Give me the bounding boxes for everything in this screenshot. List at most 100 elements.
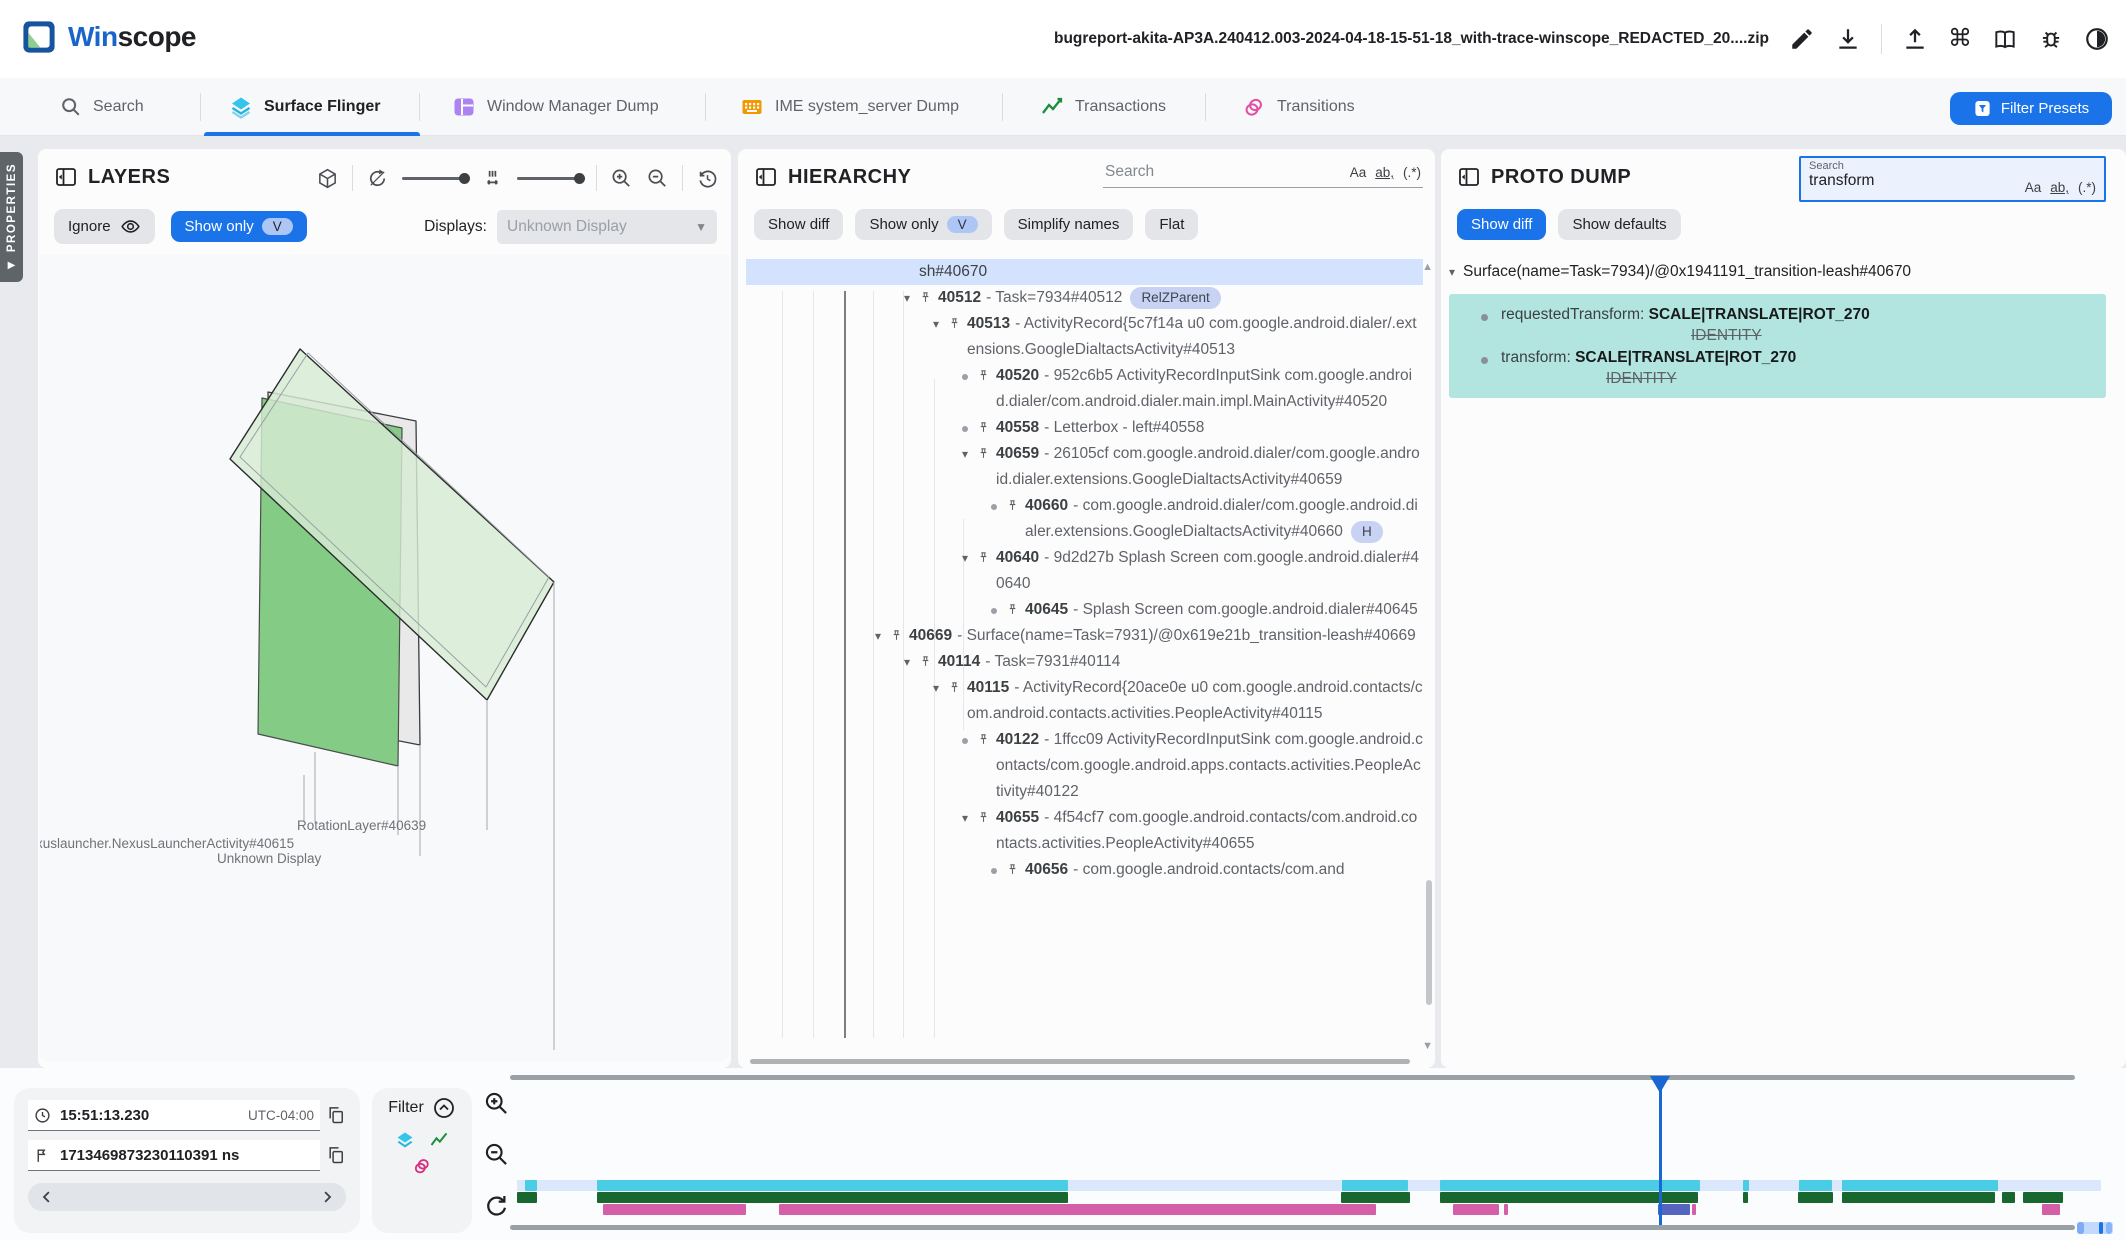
tab-window-manager-dump[interactable]: Window Manager Dump xyxy=(452,78,659,136)
timeline-zoom-in-icon[interactable] xyxy=(483,1090,510,1117)
reset-view-icon[interactable] xyxy=(696,167,719,190)
scroll-up-icon[interactable]: ▲ xyxy=(1422,261,1433,273)
regex-toggle[interactable]: (.*) xyxy=(1403,165,1421,180)
expand-arrow-icon[interactable]: ▾ xyxy=(925,311,947,337)
show-diff-chip[interactable]: Show diff xyxy=(1457,209,1546,240)
transitions-filter-icon[interactable] xyxy=(412,1156,432,1176)
pin-icon[interactable] xyxy=(976,415,996,435)
hierarchy-tree-row[interactable]: ▾40512- Task=7934#40512RelZParent xyxy=(746,285,1423,311)
transitions-track-entry[interactable] xyxy=(1453,1204,1499,1215)
edit-icon[interactable] xyxy=(1789,26,1815,52)
tab-ime-system-server-dump[interactable]: IME system_server Dump xyxy=(740,78,959,136)
minimap-range[interactable] xyxy=(2106,1222,2112,1234)
surface-flinger-track-entry[interactable] xyxy=(1842,1180,1998,1191)
zoom-out-icon[interactable] xyxy=(646,167,669,190)
hierarchy-tree-row[interactable]: 40558- Letterbox - left#40558 xyxy=(746,415,1423,441)
panel-toggle-icon[interactable] xyxy=(1457,165,1481,189)
transactions-track-entry[interactable] xyxy=(1798,1192,1833,1203)
download-icon[interactable] xyxy=(1835,26,1861,52)
expand-arrow-icon[interactable]: ▾ xyxy=(954,805,976,831)
show-diff-chip[interactable]: Show diff xyxy=(754,209,843,240)
transactions-track-entry[interactable] xyxy=(1743,1192,1748,1203)
pin-icon[interactable] xyxy=(1005,493,1025,513)
proto-root-node[interactable]: ▾ Surface(name=Task=7934)/@0x1941191_tra… xyxy=(1449,263,1911,281)
collapse-filter-icon[interactable] xyxy=(432,1096,456,1120)
transactions-track-entry[interactable] xyxy=(517,1192,537,1203)
regex-toggle[interactable]: (.*) xyxy=(2078,180,2096,195)
minimap-range[interactable] xyxy=(2099,1222,2103,1234)
pin-icon[interactable] xyxy=(976,727,996,747)
transitions-track-selected-entry[interactable] xyxy=(1658,1204,1690,1215)
transitions-track-entry[interactable] xyxy=(2042,1204,2060,1215)
hierarchy-tree-row[interactable]: 40520- 952c6b5 ActivityRecordInputSink c… xyxy=(746,363,1423,415)
dark-mode-icon[interactable] xyxy=(2084,26,2110,52)
transactions-track-entry[interactable] xyxy=(597,1192,1068,1203)
timeline-top-scrollbar[interactable] xyxy=(510,1075,2075,1080)
timeline-zoom-reset-icon[interactable] xyxy=(483,1192,510,1219)
hierarchy-tree-row[interactable]: ▾40659- 26105cf com.google.android.diale… xyxy=(746,441,1423,493)
previous-frame-icon[interactable] xyxy=(38,1188,56,1206)
match-word-toggle[interactable]: ab, xyxy=(2050,180,2069,195)
timeline-bottom-scrollbar[interactable] xyxy=(510,1225,2075,1230)
hierarchy-tree-row[interactable]: ▾40513- ActivityRecord{5c7f14a u0 com.go… xyxy=(746,311,1423,363)
match-case-toggle[interactable]: Aa xyxy=(1350,165,1367,180)
hierarchy-tree-row[interactable]: 40122- 1ffcc09 ActivityRecordInputSink c… xyxy=(746,727,1423,805)
spacing-slider-knob[interactable] xyxy=(574,173,585,184)
expand-arrow-icon[interactable]: ▾ xyxy=(896,649,918,675)
spacing-slider[interactable] xyxy=(517,177,583,180)
surface-flinger-track-entry[interactable] xyxy=(597,1180,1068,1191)
horizontal-scrollbar[interactable] xyxy=(750,1059,1410,1064)
hierarchy-tree-row[interactable]: 40645- Splash Screen com.google.android.… xyxy=(746,597,1423,623)
copy-icon[interactable] xyxy=(326,1145,346,1165)
rotation-slider[interactable] xyxy=(402,177,468,180)
layers-3d-canvas[interactable]: RotationLayer#40639 xuslauncher.NexusLau… xyxy=(40,255,729,1062)
transitions-track-entry[interactable] xyxy=(603,1204,746,1215)
transitions-track-entry[interactable] xyxy=(1504,1204,1508,1215)
surface-flinger-track-entry[interactable] xyxy=(1799,1180,1832,1191)
simplify-names-chip[interactable]: Simplify names xyxy=(1004,209,1134,240)
hierarchy-tree-row[interactable]: ▾40669- Surface(name=Task=7931)/@0x619e2… xyxy=(746,623,1423,649)
proto-property-row[interactable]: transform: SCALE|TRANSLATE|ROT_270IDENTI… xyxy=(1449,349,2106,388)
upload-icon[interactable] xyxy=(1902,26,1928,52)
transactions-track-entry[interactable] xyxy=(1341,1192,1410,1203)
human-time-field[interactable]: 15:51:13.230 UTC-04:00 xyxy=(28,1100,320,1131)
report-bug-icon[interactable] xyxy=(2038,26,2064,52)
transactions-track-entry[interactable] xyxy=(2023,1192,2063,1203)
next-frame-icon[interactable] xyxy=(318,1188,336,1206)
pin-icon[interactable] xyxy=(947,311,967,331)
documentation-icon[interactable] xyxy=(1992,26,2018,52)
surface-flinger-filter-icon[interactable] xyxy=(395,1130,415,1150)
frame-step-bar[interactable] xyxy=(28,1183,346,1211)
scroll-down-icon[interactable]: ▼ xyxy=(1422,1040,1433,1052)
cube-3d-icon[interactable] xyxy=(316,167,339,190)
ignore-visibility-chip[interactable]: Ignore xyxy=(54,209,155,244)
match-word-toggle[interactable]: ab, xyxy=(1375,165,1394,180)
collapse-arrow-icon[interactable]: ▾ xyxy=(1449,265,1455,279)
pin-icon[interactable] xyxy=(976,545,996,565)
nanosecond-time-field[interactable]: 1713469873230110391 ns xyxy=(28,1140,320,1171)
timeline-zoom-out-icon[interactable] xyxy=(483,1141,510,1168)
vertical-scrollbar[interactable] xyxy=(1426,880,1432,1005)
timeline-tracks[interactable] xyxy=(508,1075,2126,1240)
expand-arrow-icon[interactable]: ▾ xyxy=(954,545,976,571)
panel-toggle-icon[interactable] xyxy=(54,165,78,189)
tab-transactions[interactable]: Transactions xyxy=(1040,78,1166,136)
show-only-visible-chip[interactable]: Show only V xyxy=(171,211,307,242)
expand-arrow-icon[interactable]: ▾ xyxy=(867,623,889,649)
transitions-track-entry[interactable] xyxy=(1692,1204,1696,1215)
surface-flinger-track-entry[interactable] xyxy=(525,1180,537,1191)
expand-arrow-icon[interactable]: ▾ xyxy=(954,441,976,467)
minimap-range[interactable] xyxy=(2077,1222,2084,1234)
filter-presets-button[interactable]: Filter Presets xyxy=(1950,92,2112,125)
pin-icon[interactable] xyxy=(976,805,996,825)
copy-icon[interactable] xyxy=(326,1105,346,1125)
displays-select[interactable]: Unknown Display ▼ xyxy=(497,210,717,244)
tab-search[interactable]: Search xyxy=(60,78,144,136)
expand-arrow-icon[interactable]: ▾ xyxy=(896,285,918,311)
hierarchy-tree-row[interactable]: ▾40655- 4f54cf7 com.google.android.conta… xyxy=(746,805,1423,857)
hierarchy-tree-row[interactable]: ▾40640- 9d2d27b Splash Screen com.google… xyxy=(746,545,1423,597)
tab-transitions[interactable]: Transitions xyxy=(1242,78,1355,136)
properties-side-tab[interactable]: PROPERTIES ▶ xyxy=(0,152,23,282)
proto-search-input[interactable] xyxy=(1809,172,2009,190)
surface-flinger-track-entry[interactable] xyxy=(1743,1180,1749,1191)
